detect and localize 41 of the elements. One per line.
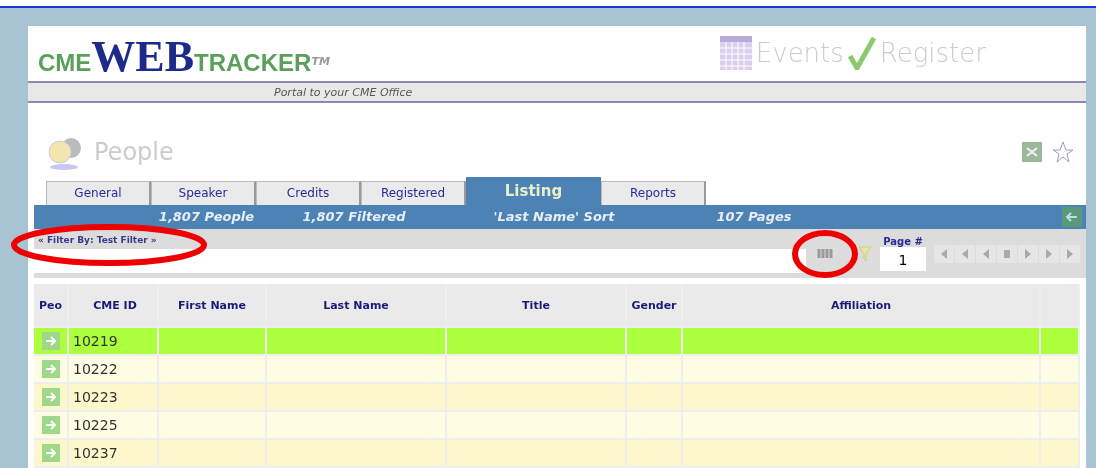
table-cell: 10225 bbox=[69, 412, 159, 438]
check-icon[interactable] bbox=[847, 36, 876, 71]
table-row[interactable]: 10222 bbox=[34, 356, 1080, 384]
summary-text: 1,807 People bbox=[157, 209, 254, 225]
page-label: Page # bbox=[883, 236, 923, 248]
calendar-icon[interactable] bbox=[719, 36, 752, 71]
column-header[interactable]: Peo bbox=[34, 284, 69, 326]
tab[interactable]: Speaker bbox=[151, 180, 256, 205]
column-header[interactable]: First Name bbox=[159, 284, 267, 326]
pager-stop-icon[interactable] bbox=[997, 244, 1017, 263]
spreadsheet-icon[interactable] bbox=[1022, 142, 1042, 162]
summary-text: 1,807 Filtered bbox=[301, 209, 407, 225]
table-cell: 10237 bbox=[69, 440, 159, 466]
tab[interactable]: Registered bbox=[361, 180, 466, 205]
table-cell: 10219 bbox=[69, 328, 159, 354]
table-row[interactable]: 10219 bbox=[34, 328, 1080, 356]
table-row[interactable]: 10225 bbox=[34, 412, 1080, 440]
pager-prev-icon[interactable] bbox=[976, 244, 996, 263]
filter-icon[interactable] bbox=[858, 245, 872, 262]
pager-next-icon[interactable] bbox=[1018, 244, 1038, 263]
column-header[interactable]: Last Name bbox=[267, 284, 447, 326]
table-row[interactable]: 10237 bbox=[34, 440, 1080, 468]
page-field[interactable]: 1 bbox=[880, 247, 926, 272]
column-header[interactable]: Gender bbox=[627, 284, 683, 326]
logo: CMEWEBTRACKER$^{TM}$ bbox=[38, 34, 330, 79]
column-header[interactable]: Affiliation bbox=[683, 284, 1041, 326]
filter-label[interactable]: « Filter By: Test Filter » bbox=[34, 235, 157, 246]
table-row[interactable]: 10223 bbox=[34, 384, 1080, 412]
tab[interactable]: Reports bbox=[601, 180, 706, 205]
table-cell: 10223 bbox=[69, 384, 159, 410]
table-cell: 10222 bbox=[69, 356, 159, 382]
tab[interactable]: Credits bbox=[256, 180, 361, 205]
highlight-ellipse bbox=[791, 228, 859, 279]
star-icon[interactable] bbox=[1052, 141, 1074, 163]
summary-text: 'Last Name' Sort bbox=[492, 209, 616, 225]
tagline: Portal to your CME Office bbox=[274, 85, 413, 99]
column-header[interactable]: Title bbox=[447, 284, 627, 326]
column-header[interactable]: CME ID bbox=[69, 284, 159, 326]
filter-field[interactable] bbox=[34, 249, 806, 274]
summary-text: 107 Pages bbox=[715, 209, 793, 225]
tab[interactable]: General bbox=[46, 180, 151, 205]
